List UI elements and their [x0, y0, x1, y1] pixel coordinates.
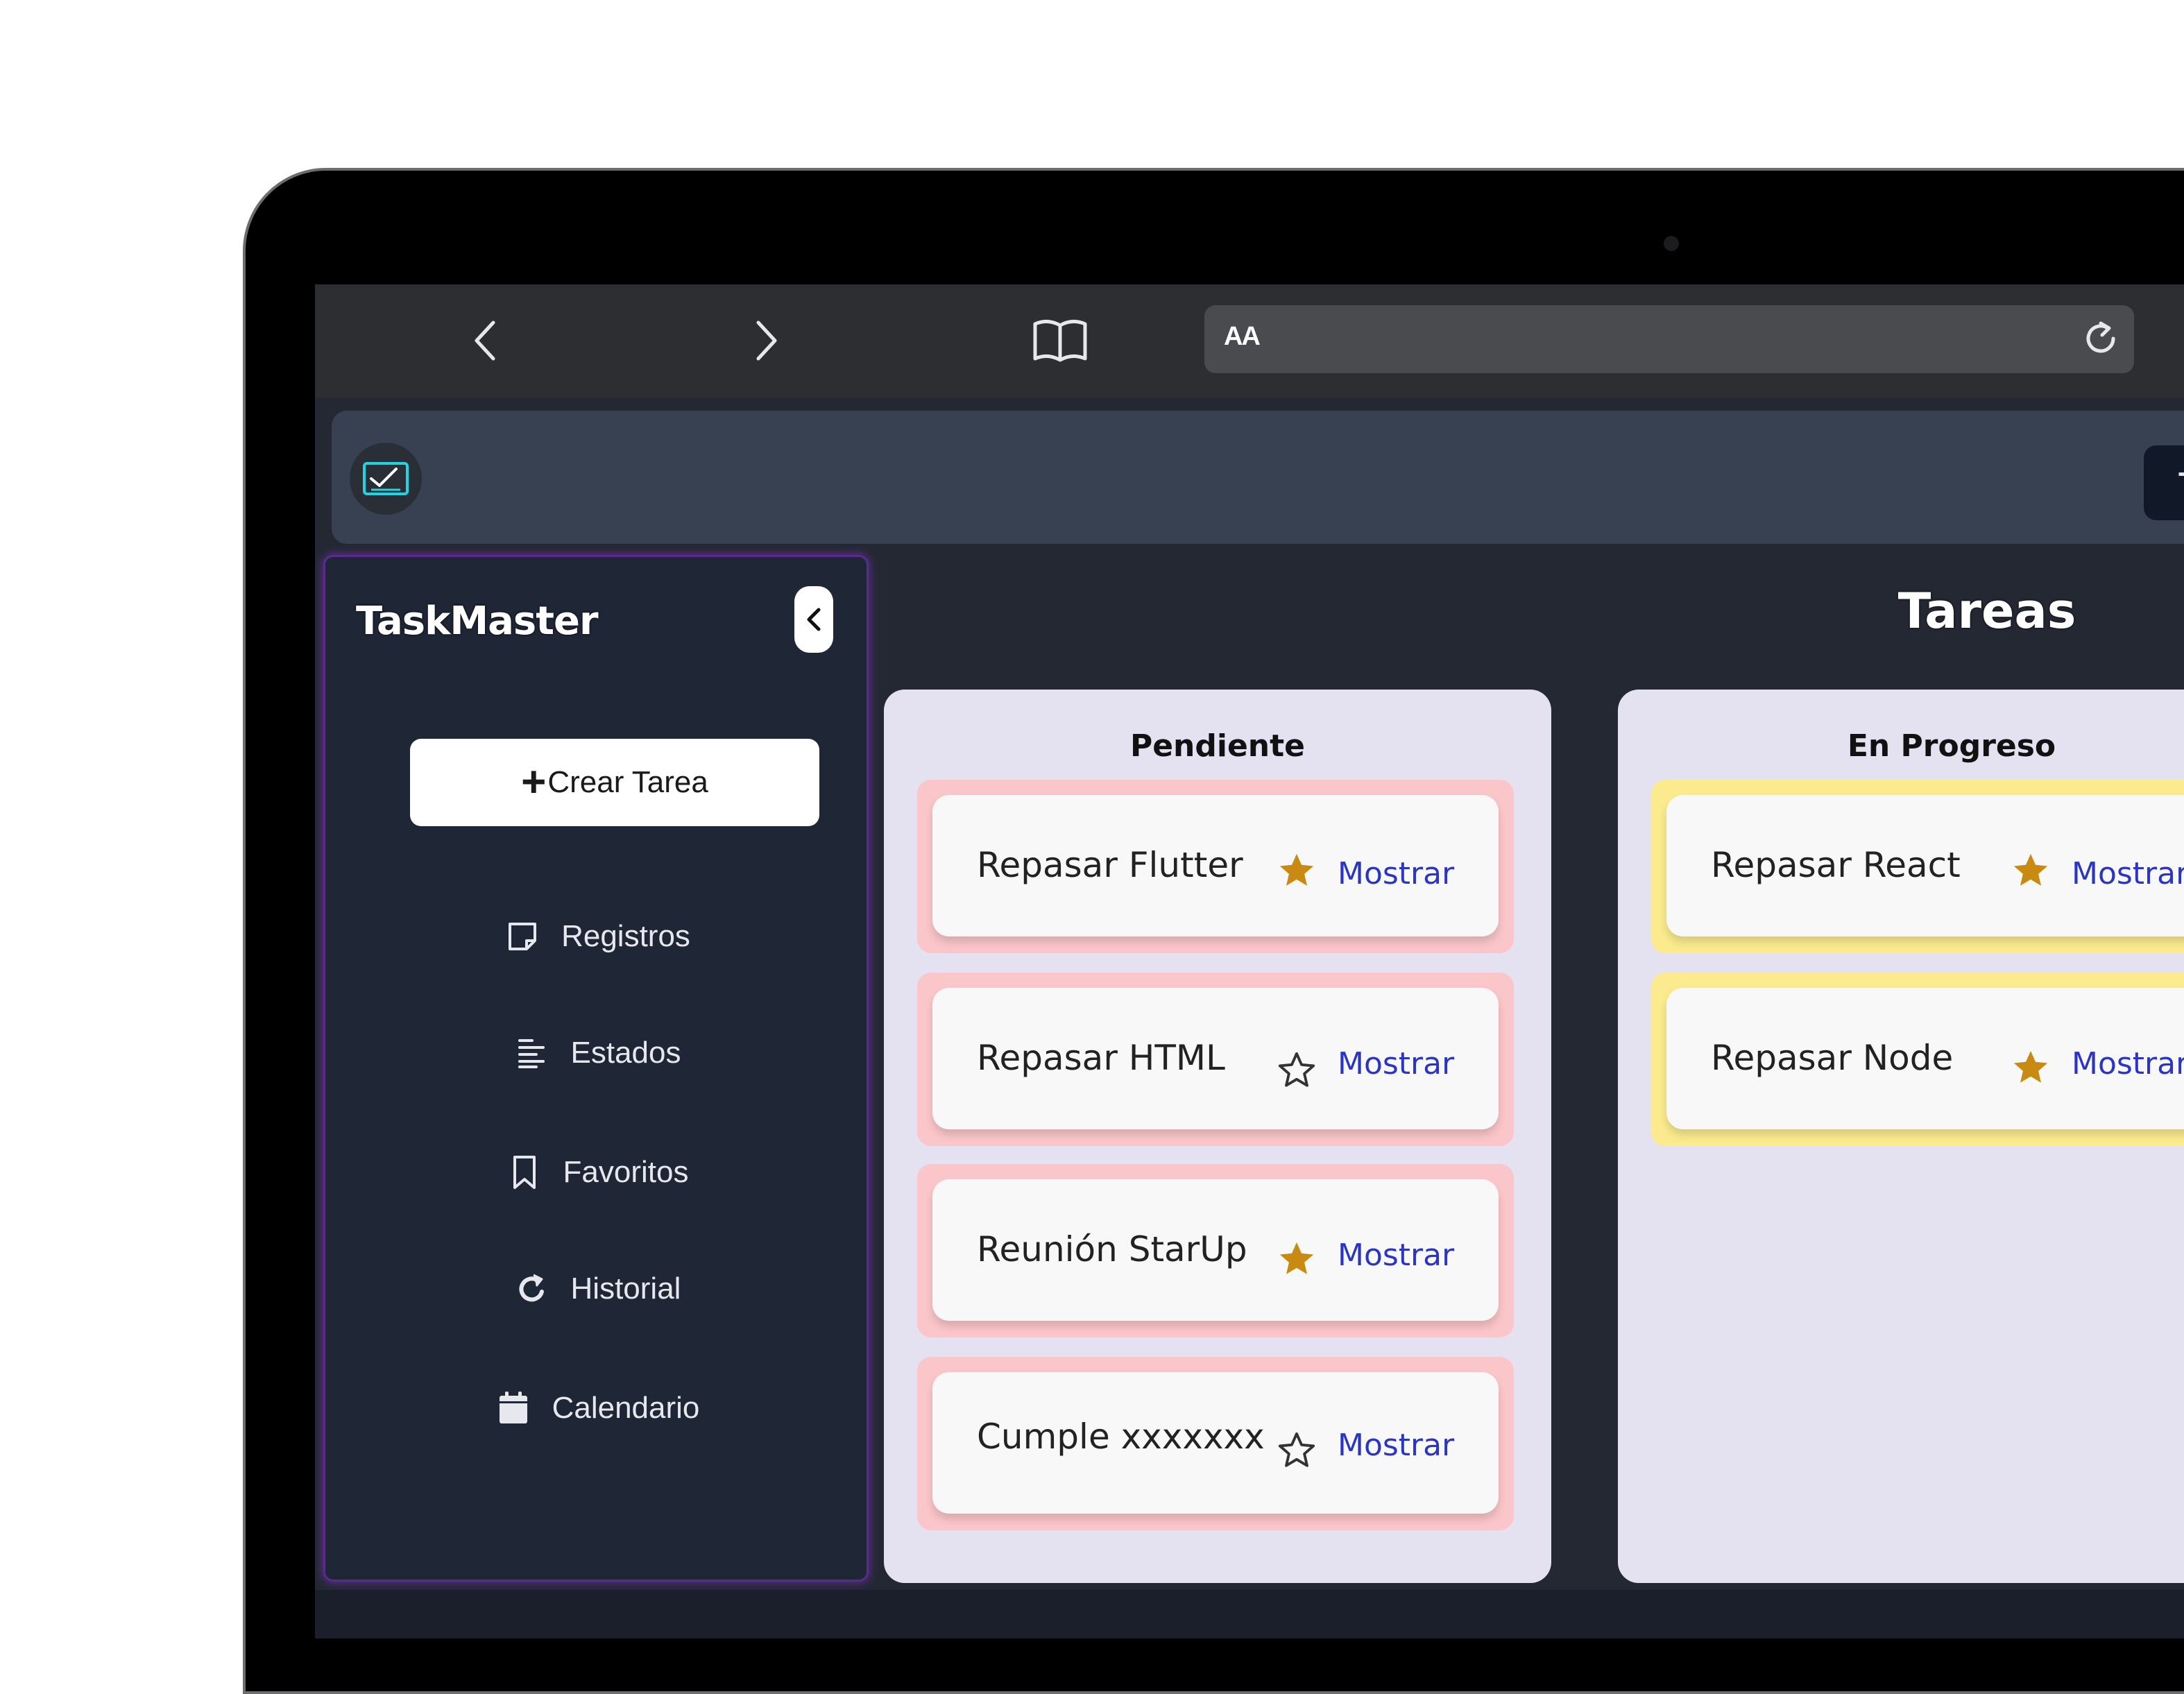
task-card: Repasar Node Mostrar [1651, 973, 2184, 1146]
address-bar[interactable]: AA [1204, 305, 2134, 373]
star-filled-icon[interactable] [1277, 850, 1317, 891]
back-button[interactable] [454, 309, 516, 372]
screen: AA T TaskMaster + Crear Tarea [315, 284, 2184, 1639]
sidebar-item-label: Favoritos [563, 1155, 689, 1189]
task-board-icon [363, 462, 409, 495]
refresh-icon [519, 1274, 544, 1302]
star-outline-icon[interactable] [1277, 1430, 1317, 1471]
reading-list-button[interactable] [1025, 309, 1095, 372]
chevron-right-icon [756, 320, 777, 361]
task-card-body[interactable]: Repasar React Mostrar [1666, 795, 2184, 936]
text-size-button[interactable]: AA [1224, 322, 1261, 352]
task-card-body[interactable]: Repasar Node Mostrar [1666, 988, 2184, 1129]
sidebar-item-estados[interactable]: Estados [325, 1022, 871, 1084]
task-card: Reunión StarUp Mostrar [917, 1164, 1514, 1337]
book-icon [1033, 320, 1087, 362]
header-action-button[interactable]: T [2144, 445, 2184, 520]
sidebar: TaskMaster + Crear Tarea Registros Estad… [323, 555, 869, 1582]
star-filled-icon[interactable] [2011, 850, 2051, 891]
star-filled-icon[interactable] [2011, 1047, 2051, 1088]
chevron-left-icon [475, 320, 495, 361]
bookmark-icon [513, 1156, 536, 1189]
show-task-link[interactable]: Mostrar [1338, 1238, 1454, 1273]
show-task-link[interactable]: Mostrar [2072, 1046, 2184, 1081]
task-card: Cumple xxxxxxx Mostrar [917, 1357, 1514, 1530]
sidebar-item-registros[interactable]: Registros [325, 905, 871, 968]
task-card: Repasar HTML Mostrar [917, 973, 1514, 1146]
column-en-progreso: En Progreso Repasar React Mostrar Repasa… [1618, 690, 2184, 1583]
sidebar-item-label: Calendario [552, 1391, 700, 1425]
bottom-strip [315, 1590, 2184, 1639]
task-card: Repasar React Mostrar [1651, 780, 2184, 953]
show-task-link[interactable]: Mostrar [1338, 856, 1454, 891]
task-name: Repasar Flutter [977, 845, 1243, 885]
task-card-body[interactable]: Repasar Flutter Mostrar [932, 795, 1499, 936]
reload-icon[interactable] [2080, 318, 2123, 361]
column-title: Pendiente [1129, 728, 1306, 764]
sidebar-item-label: Estados [570, 1036, 681, 1070]
sidebar-item-favoritos[interactable]: Favoritos [325, 1141, 871, 1204]
note-icon [509, 923, 537, 950]
task-card: Repasar Flutter Mostrar [917, 780, 1514, 953]
task-card-body[interactable]: Reunión StarUp Mostrar [932, 1179, 1499, 1321]
sidebar-item-label: Registros [561, 919, 690, 953]
column-title: En Progreso [1847, 728, 2056, 764]
sidebar-item-historial[interactable]: Historial [325, 1258, 871, 1320]
app-logo[interactable] [350, 443, 422, 515]
task-card-body[interactable]: Cumple xxxxxxx Mostrar [932, 1372, 1499, 1514]
task-name: Repasar HTML [977, 1038, 1225, 1078]
collapse-sidebar-button[interactable] [794, 586, 833, 653]
show-task-link[interactable]: Mostrar [2072, 856, 2184, 891]
list-icon [518, 1039, 545, 1068]
task-name: Repasar React [1711, 845, 1961, 885]
plus-icon: + [521, 758, 547, 806]
task-name: Repasar Node [1711, 1038, 1954, 1078]
task-name: Cumple xxxxxxx [977, 1417, 1265, 1457]
sidebar-title: TaskMaster [356, 599, 599, 644]
sidebar-item-label: Historial [570, 1272, 681, 1306]
calendar-icon [499, 1392, 527, 1423]
chevron-left-icon [807, 608, 821, 631]
camera-dot [1664, 236, 1679, 251]
task-name: Reunión StarUp [977, 1229, 1247, 1269]
show-task-link[interactable]: Mostrar [1338, 1046, 1454, 1081]
sidebar-item-calendario[interactable]: Calendario [325, 1377, 871, 1439]
column-pendiente: Pendiente Repasar Flutter Mostrar Repasa… [884, 690, 1551, 1583]
show-task-link[interactable]: Mostrar [1338, 1428, 1454, 1463]
task-card-body[interactable]: Repasar HTML Mostrar [932, 988, 1499, 1129]
star-outline-icon[interactable] [1277, 1050, 1317, 1090]
app-header: T [332, 411, 2184, 544]
page-title: Tareas [1897, 583, 2076, 640]
create-task-label: Crear Tarea [547, 765, 708, 799]
forward-button[interactable] [735, 309, 798, 372]
create-task-button[interactable]: + Crear Tarea [410, 739, 819, 826]
star-filled-icon[interactable] [1277, 1239, 1317, 1279]
browser-toolbar: AA [315, 284, 2184, 398]
